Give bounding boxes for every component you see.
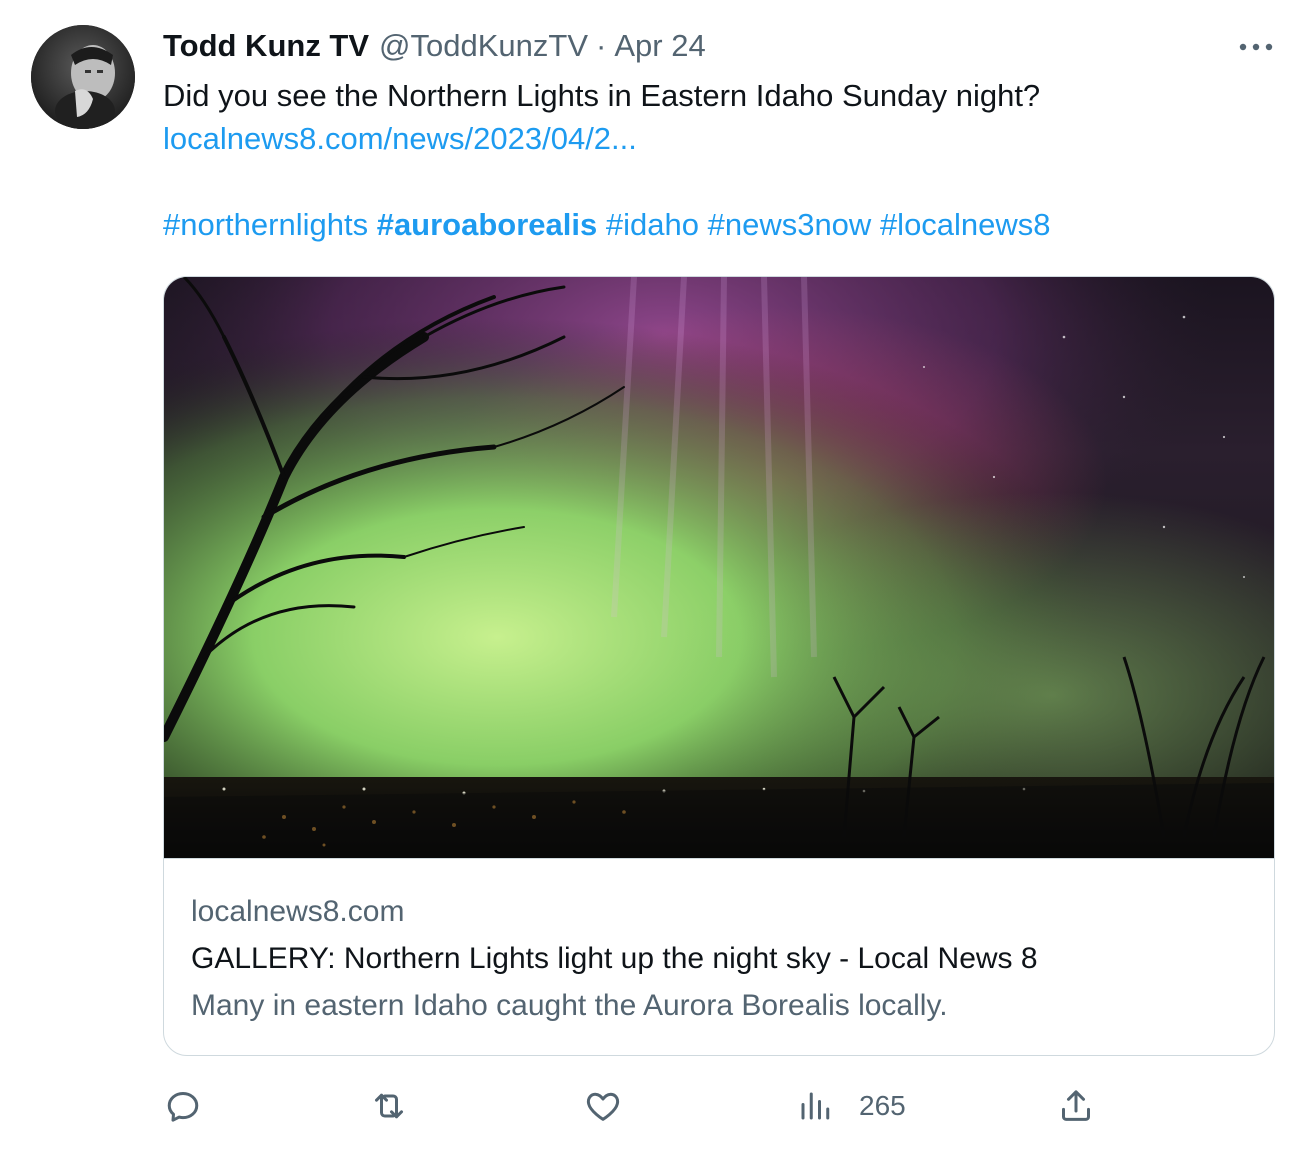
user-handle[interactable]: @ToddKunzTV [379,28,588,64]
hashtag-idaho[interactable]: #idaho [606,207,699,242]
card-title: GALLERY: Northern Lights light up the ni… [191,942,1038,975]
link-preview-card[interactable]: localnews8.com GALLERY: Northern Lights … [163,276,1275,1056]
tweet-text: Did you see the Northern Lights in Easte… [163,74,1263,246]
retweet-icon [375,1093,403,1119]
hashtag-auroaborealis[interactable]: #auroaborealis [377,207,598,242]
views-button[interactable]: 265 [797,1083,906,1129]
hashtag-northernlights[interactable]: #northernlights [163,207,368,242]
tweet-text-line: Did you see the Northern Lights in Easte… [163,78,1041,113]
reply-button[interactable] [163,1083,203,1129]
reply-icon [167,1092,199,1122]
display-name[interactable]: Todd Kunz TV [163,28,369,64]
card-description: Many in eastern Idaho caught the Aurora … [191,989,948,1022]
views-chart-icon [801,1092,830,1120]
tweet: Todd Kunz TV @ToddKunzTV · Apr 24 Did yo… [0,0,1310,1152]
hashtag-news3now[interactable]: #news3now [708,207,872,242]
card-domain: localnews8.com [191,895,405,928]
heart-icon [586,1092,620,1121]
share-button[interactable] [1056,1083,1096,1129]
retweet-button[interactable] [369,1083,409,1129]
separator-dot: · [596,28,607,63]
hashtag-line: #northernlights #auroaborealis #idaho #n… [163,203,1263,246]
like-button[interactable] [583,1083,623,1129]
tweet-link[interactable]: localnews8.com/news/2023/04/2... [163,121,637,156]
hashtag-localnews8[interactable]: #localnews8 [880,207,1051,242]
tweet-header: Todd Kunz TV @ToddKunzTV · Apr 24 [163,26,706,66]
action-bar: 265 [163,1083,1273,1129]
more-horizontal-icon [1239,43,1273,51]
views-count: 265 [859,1090,906,1121]
share-icon [1062,1090,1090,1121]
card-meta: localnews8.com GALLERY: Northern Lights … [191,888,1251,1029]
more-options-button[interactable] [1236,32,1276,62]
avatar[interactable] [31,25,135,129]
tweet-date[interactable]: Apr 24 [614,28,705,64]
card-image-aurora[interactable] [164,277,1274,859]
